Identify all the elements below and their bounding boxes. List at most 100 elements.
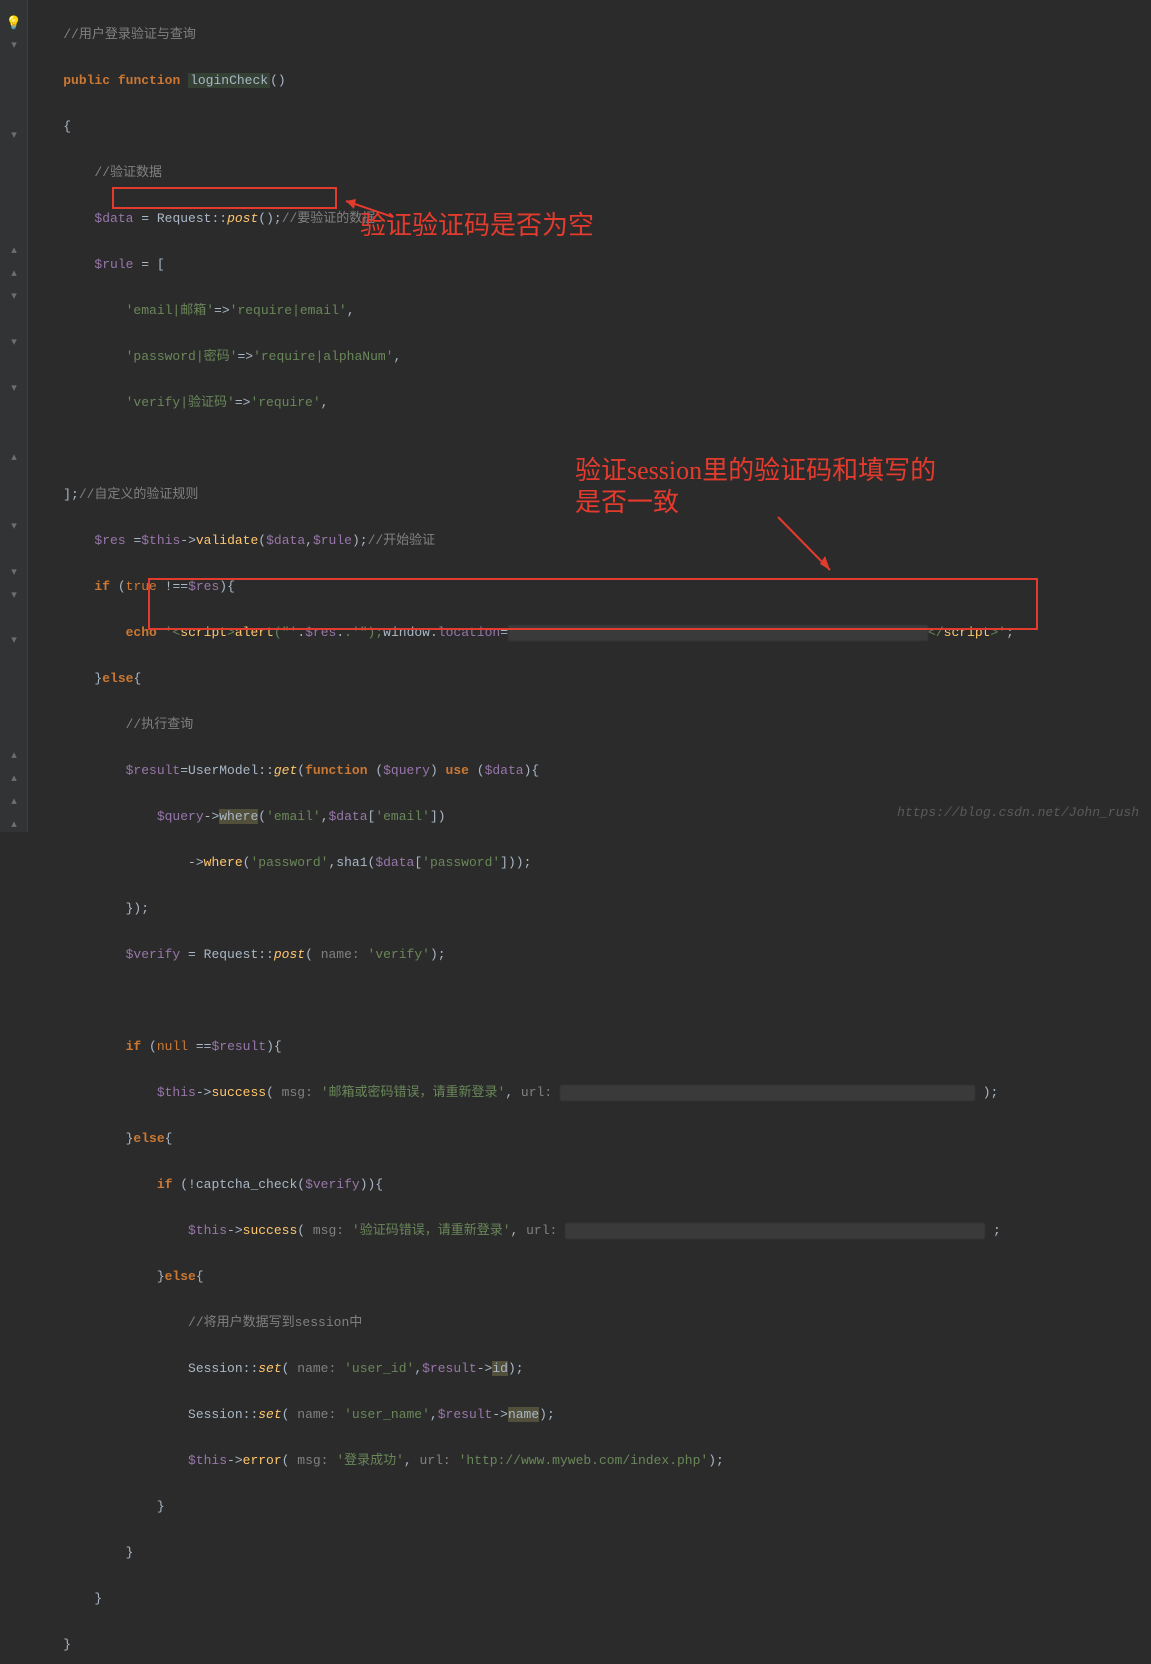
string: 'require|email' [230, 303, 347, 318]
variable: $result [126, 763, 181, 778]
keyword: use [446, 763, 469, 778]
string: 'verify|验证码' [126, 395, 235, 410]
variable: $rule [313, 533, 352, 548]
code-line[interactable]: $res =$this->validate($data,$rule);//开始验… [32, 529, 1014, 552]
param-hint: msg: [297, 1453, 328, 1468]
code-line[interactable] [32, 989, 1014, 1012]
comment: //自定义的验证规则 [79, 487, 199, 502]
code-line[interactable]: $verify = Request::post( name: 'verify')… [32, 943, 1014, 966]
method: set [258, 1361, 281, 1376]
code-line[interactable]: }else{ [32, 667, 1014, 690]
method: success [243, 1223, 298, 1238]
fold-icon[interactable]: ▾ [0, 630, 28, 653]
code-line[interactable]: if (null ==$result){ [32, 1035, 1014, 1058]
variable: $data [266, 533, 305, 548]
param-hint: url: [521, 1085, 552, 1100]
fold-icon[interactable]: ▴ [0, 791, 28, 814]
code-line[interactable]: ];//自定义的验证规则 [32, 483, 1014, 506]
field: id [492, 1361, 508, 1376]
code-line[interactable]: 'password|密码'=>'require|alphaNum', [32, 345, 1014, 368]
code-editor[interactable]: //用户登录验证与查询 public function loginCheck()… [28, 0, 1014, 1664]
variable: $result [422, 1361, 477, 1376]
code-line[interactable]: ->where('password',sha1($data['password'… [32, 851, 1014, 874]
fold-icon[interactable]: ▴ [0, 814, 28, 837]
code-line[interactable]: } [32, 1633, 1014, 1656]
code-line[interactable]: } [32, 1541, 1014, 1564]
method: post [227, 211, 258, 226]
code-line[interactable]: //验证数据 [32, 161, 1014, 184]
code-line[interactable]: Session::set( name: 'user_id',$result->i… [32, 1357, 1014, 1380]
fold-icon[interactable]: ▴ [0, 768, 28, 791]
fold-icon[interactable]: ▾ [0, 585, 28, 608]
func: captcha_check [196, 1177, 297, 1192]
code-line[interactable]: } [32, 1495, 1014, 1518]
tag: script [944, 625, 991, 640]
variable: $this [141, 533, 180, 548]
fold-icon[interactable]: ▾ [0, 125, 28, 148]
fold-icon[interactable]: ▴ [0, 240, 28, 263]
variable: $this [157, 1085, 196, 1100]
tag: script [180, 625, 227, 640]
code-line[interactable]: //将用户数据写到session中 [32, 1311, 1014, 1334]
fold-icon[interactable]: ▾ [0, 332, 28, 355]
keyword: public [63, 73, 110, 88]
code-line[interactable]: $rule = [ [32, 253, 1014, 276]
code-line[interactable]: $query->where('email',$data['email']) [32, 805, 1014, 828]
fold-icon[interactable]: ▾ [0, 562, 28, 585]
obscured-text [508, 625, 928, 641]
class: Request [204, 947, 259, 962]
code-line[interactable]: 'email|邮箱'=>'require|email', [32, 299, 1014, 322]
watermark: https://blog.csdn.net/John_rush [897, 801, 1139, 824]
fold-icon[interactable]: ▴ [0, 745, 28, 768]
code-line[interactable]: $this->error( msg: '登录成功', url: 'http://… [32, 1449, 1014, 1472]
code-line[interactable] [32, 437, 1014, 460]
string: 'password' [422, 855, 500, 870]
string: 'http://www.myweb.com/index.php' [459, 1453, 709, 1468]
field: name [508, 1407, 539, 1422]
code-line[interactable]: Session::set( name: 'user_name',$result-… [32, 1403, 1014, 1426]
fold-icon[interactable]: ▾ [0, 516, 28, 539]
variable: $data [94, 211, 133, 226]
fold-icon[interactable]: ▾ [0, 35, 28, 58]
code-line[interactable]: if (true !==$res){ [32, 575, 1014, 598]
obscured-text [560, 1085, 975, 1101]
comment: //开始验证 [368, 533, 436, 548]
code-line[interactable]: //执行查询 [32, 713, 1014, 736]
string: > [227, 625, 235, 640]
code-line[interactable]: } [32, 1587, 1014, 1610]
code-line[interactable]: }else{ [32, 1127, 1014, 1150]
code-line[interactable]: echo '<script>alert("'.$res..'");window.… [32, 621, 1014, 644]
comment: //要验证的数据 [282, 211, 376, 226]
fold-icon[interactable]: ▴ [0, 447, 28, 470]
variable: $res [305, 625, 336, 640]
param-hint: name: [321, 947, 360, 962]
comment: //将用户数据写到session中 [188, 1315, 362, 1330]
code-line[interactable]: }); [32, 897, 1014, 920]
code-line[interactable]: public function loginCheck() [32, 69, 1014, 92]
fold-icon[interactable]: ▾ [0, 286, 28, 309]
code-line[interactable]: $result=UserModel::get(function ($query)… [32, 759, 1014, 782]
string: '登录成功' [336, 1453, 404, 1468]
param-hint: msg: [282, 1085, 313, 1100]
code-line[interactable]: //用户登录验证与查询 [32, 23, 1014, 46]
keyword: if [94, 579, 110, 594]
variable: $result [211, 1039, 266, 1054]
code-line[interactable]: if (!captcha_check($verify)){ [32, 1173, 1014, 1196]
string: 'email' [266, 809, 321, 824]
code-line[interactable]: }else{ [32, 1265, 1014, 1288]
variable: $rule [94, 257, 133, 272]
class: UserModel [188, 763, 258, 778]
code-line[interactable]: 'verify|验证码'=>'require', [32, 391, 1014, 414]
const: true [126, 579, 157, 594]
code-line[interactable]: $data = Request::post();//要验证的数据 [32, 207, 1014, 230]
fold-icon[interactable]: ▾ [0, 378, 28, 401]
string: 'user_id' [344, 1361, 414, 1376]
code-line[interactable]: { [32, 115, 1014, 138]
code-line[interactable]: $this->success( msg: '邮箱或密码错误，请重新登录', ur… [32, 1081, 1014, 1104]
code-line[interactable]: $this->success( msg: '验证码错误，请重新登录', url:… [32, 1219, 1014, 1242]
bulb-icon[interactable]: 💡 [0, 12, 28, 35]
const: null [157, 1039, 188, 1054]
gutter: 💡 ▾ ▾ ▴ ▴ ▾ ▾ ▾ ▴ ▾ ▾ ▾ ▾ ▴ ▴ ▴ ▴ [0, 0, 28, 832]
fold-icon[interactable]: ▴ [0, 263, 28, 286]
string: '邮箱或密码错误，请重新登录' [321, 1085, 506, 1100]
